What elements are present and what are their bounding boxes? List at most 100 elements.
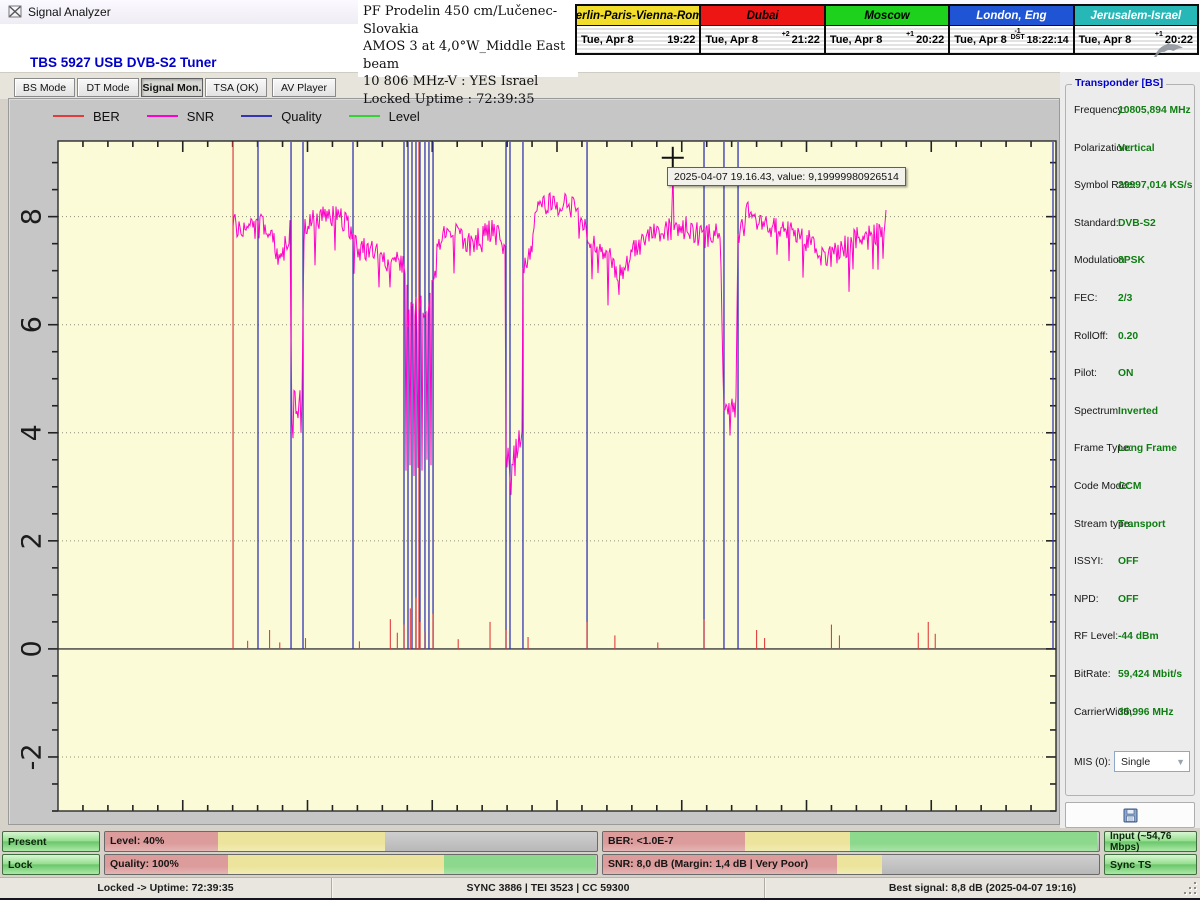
world-clock-panel: Berlin-Paris-Vienna-RomaTue, Apr 819:22D…	[575, 4, 1199, 55]
floppy-disk-icon	[1123, 808, 1138, 823]
clock-city: Moscow	[826, 6, 948, 26]
legend-swatch	[241, 115, 272, 117]
statusbar-sync-counters: SYNC 3886 | TEI 3523 | CC 59300	[332, 878, 765, 898]
signal-monitor-chart-panel: BERSNRQualityLevel 86420-2 2025-04-07 19…	[8, 98, 1060, 825]
row-value: Long Frame	[1118, 443, 1177, 454]
transponder-row-bitrate: BitRate: 59,424 Mbit/s	[1066, 669, 1194, 683]
clock-time-row: Tue, Apr 8+221:22	[701, 26, 823, 53]
ber-progressbar: BER: <1.0E-7	[602, 831, 1100, 852]
clock-city: London, Eng	[950, 6, 1072, 26]
clock-date: Tue, Apr 8	[705, 34, 758, 46]
tab-av-player[interactable]: AV Player	[272, 78, 336, 97]
statusbar-best-signal: Best signal: 8,8 dB (2025-04-07 19:16)	[765, 878, 1200, 898]
y-axis-label-8: 8	[21, 208, 48, 225]
row-value: 29997,014 KS/s	[1118, 180, 1192, 191]
mis-value: Single	[1121, 756, 1150, 768]
clock-time: 19:22	[667, 34, 695, 46]
ber-bar-label: BER: <1.0E-7	[608, 832, 674, 851]
bar-segment	[218, 832, 385, 851]
clock-date: Tue, Apr 8	[954, 34, 1007, 46]
site-line-1: PF Prodelin 450 cm/Lučenec-Slovakia	[363, 3, 578, 38]
tab-tsa-ok-[interactable]: TSA (OK)	[205, 78, 267, 97]
bar-segment	[850, 832, 1097, 851]
clock-utc-offset: -1DST	[1011, 29, 1025, 41]
transponder-row-symbol-rate: Symbol Rate:29997,014 KS/s	[1066, 180, 1194, 194]
row-value: 59,424 Mbit/s	[1118, 669, 1182, 680]
clock-city: Dubai	[701, 6, 823, 26]
chevron-down-icon: ▼	[1176, 757, 1185, 767]
save-button[interactable]	[1065, 802, 1195, 828]
snr-bar-label: SNR: 8,0 dB (Margin: 1,4 dB | Very Poor)	[608, 855, 808, 874]
window-title: Signal Analyzer	[28, 0, 111, 24]
clock-date: Tue, Apr 8	[830, 34, 883, 46]
clock-4: London, EngTue, Apr 8-1DST18:22:14	[950, 6, 1074, 53]
row-label: Standard:	[1074, 218, 1119, 229]
row-label: Pilot:	[1074, 368, 1097, 379]
tab-dt-mode[interactable]: DT Mode	[77, 78, 139, 97]
signal-history-plot[interactable]: 86420-2	[21, 129, 1061, 824]
y-axis-label-6: 6	[21, 316, 48, 333]
transponder-row-pilot: Pilot:ON	[1066, 368, 1194, 382]
tab-bar: BS ModeDT ModeSignal Mon.TSA (OK) AV Play…	[0, 72, 1200, 99]
present-badge: Present	[2, 831, 100, 852]
legend-swatch	[349, 115, 380, 117]
row-value: 0.20	[1118, 331, 1138, 342]
transponder-row-standard: Standard:DVB-S2	[1066, 218, 1194, 232]
tab-signal-mon-[interactable]: Signal Mon.	[141, 78, 203, 97]
dolphin-logo-icon	[1152, 42, 1186, 60]
transponder-row-polarization: Polarization:Vertical	[1066, 143, 1194, 157]
input-bitrate-badge: Input (~54,76 Mbps)	[1104, 831, 1197, 852]
row-value: 35,996 MHz	[1118, 707, 1174, 718]
resize-grip[interactable]	[1183, 882, 1197, 896]
row-value: Transport	[1118, 519, 1166, 530]
row-value: -44 dBm	[1118, 631, 1159, 642]
present-label: Present	[8, 836, 47, 848]
row-value: DVB-S2	[1118, 218, 1156, 229]
row-value: Inverted	[1118, 406, 1158, 417]
bar-segment	[745, 832, 850, 851]
clock-utc-offset: +1	[1155, 32, 1163, 38]
snr-progressbar: SNR: 8,0 dB (Margin: 1,4 dB | Very Poor)	[602, 854, 1100, 875]
transponder-title: Transponder [BS]	[1072, 77, 1166, 89]
bar-segment	[228, 855, 444, 874]
statusbar-uptime: Locked -> Uptime: 72:39:35	[0, 878, 332, 898]
legend-item-level: Level	[349, 109, 420, 124]
transponder-row-spectrum: Spectrum:Inverted	[1066, 406, 1194, 420]
row-label: RF Level:	[1074, 631, 1118, 642]
clock-utc-offset: +1	[906, 32, 914, 38]
clock-date: Tue, Apr 8	[581, 34, 634, 46]
clock-time-row: Tue, Apr 8+120:22	[826, 26, 948, 53]
mis-label: MIS (0):	[1074, 757, 1111, 768]
legend-swatch	[147, 115, 178, 117]
transponder-row-rolloff: RollOff: 0.20	[1066, 331, 1194, 345]
row-label: RollOff:	[1074, 331, 1108, 342]
quality-bar-label: Quality: 100%	[110, 855, 179, 874]
legend-item-snr: SNR	[147, 109, 214, 124]
tab-bs-mode[interactable]: BS Mode	[14, 78, 75, 97]
transponder-row-modulation: Modulation:8PSK	[1066, 255, 1194, 269]
clock-utc-offset: +2	[782, 32, 790, 38]
site-line-4: Locked Uptime : 72:39:35	[363, 91, 578, 109]
y-axis-label-2: 2	[21, 532, 48, 549]
chart-legend: BERSNRQualityLevel	[53, 105, 420, 127]
site-info: PF Prodelin 450 cm/Lučenec-Slovakia AMOS…	[358, 0, 578, 77]
quality-progressbar: Quality: 100%	[104, 854, 598, 875]
transponder-row-frame-type: Frame Type:Long Frame	[1066, 443, 1194, 457]
site-line-2: AMOS 3 at 4,0°W_Middle East beam	[363, 38, 578, 73]
legend-item-ber: BER	[53, 109, 120, 124]
row-label: FEC:	[1074, 293, 1097, 304]
clock-date: Tue, Apr 8	[1079, 34, 1132, 46]
signal-analyzer-window: { "window": {"title": "Signal Analyzer"}…	[0, 0, 1200, 900]
row-label: Spectrum:	[1074, 406, 1121, 417]
mis-dropdown[interactable]: Single ▼	[1114, 751, 1190, 772]
row-value: 8PSK	[1118, 255, 1145, 266]
y-axis-label--2: -2	[21, 744, 48, 771]
site-line-3: 10 806 MHz-V : YES Israel	[363, 73, 578, 91]
transponder-row-fec: FEC:2/3	[1066, 293, 1194, 307]
sync-ts-label: Sync TS	[1110, 859, 1151, 871]
satellite-dish-icon	[8, 4, 23, 19]
row-label: NPD:	[1074, 594, 1099, 605]
row-value: 10805,894 MHz	[1118, 105, 1191, 116]
input-bitrate-label: Input (~54,76 Mbps)	[1110, 831, 1196, 853]
row-label: BitRate:	[1074, 669, 1111, 680]
